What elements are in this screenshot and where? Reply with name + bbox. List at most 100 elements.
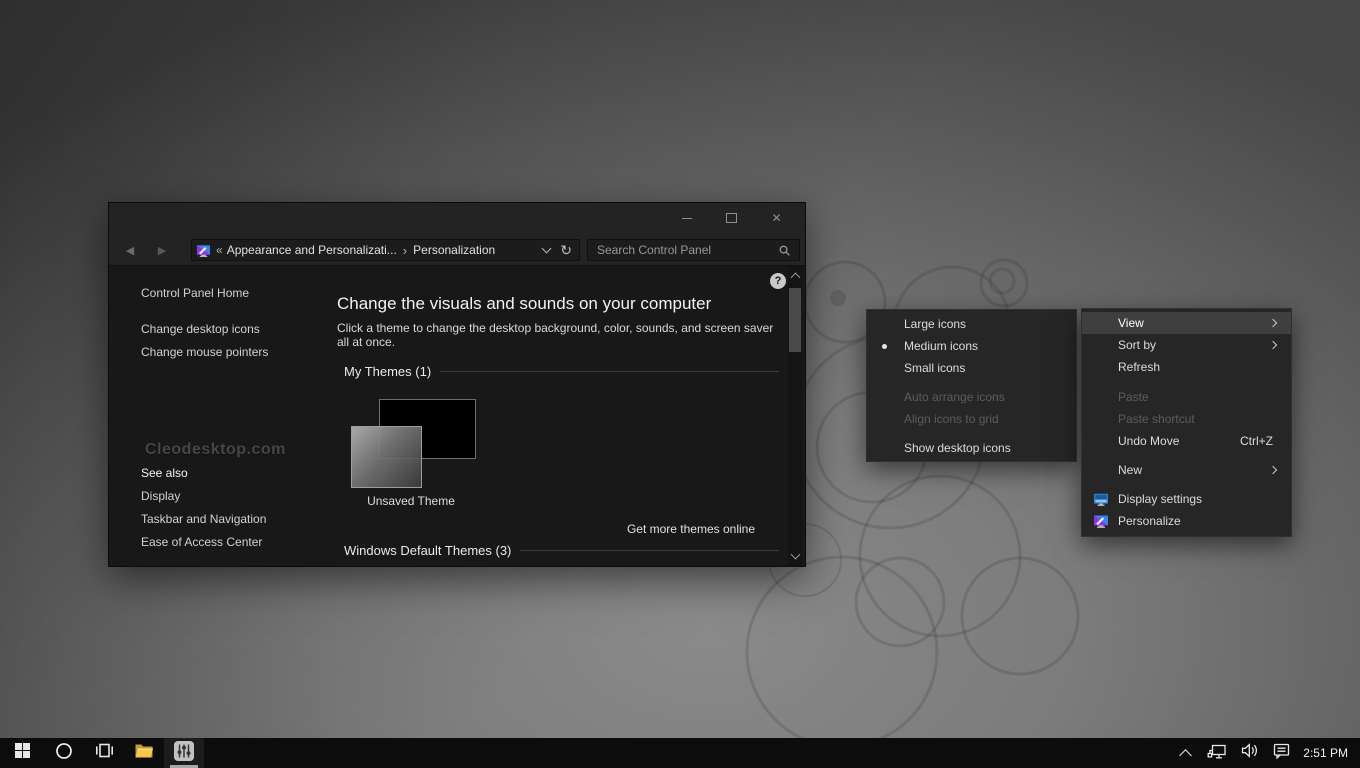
task-view-icon	[95, 742, 114, 764]
submenu-arrow-icon	[1269, 466, 1277, 474]
desktop-context-menu: View Sort by Refresh Paste Paste shortcu…	[1081, 308, 1292, 537]
section-divider	[440, 371, 779, 372]
menu-item-personalize[interactable]: Personalize	[1082, 510, 1291, 532]
action-center-button[interactable]	[1265, 738, 1297, 768]
theme-preview-color[interactable]	[351, 426, 422, 488]
menu-shortcut: Ctrl+Z	[1240, 430, 1273, 452]
search-box	[587, 239, 800, 261]
submenu-arrow-icon	[1269, 341, 1277, 349]
menu-item-label: Small icons	[867, 357, 965, 379]
menu-item-label: Undo Move	[1082, 430, 1179, 452]
sidebar-item-change-desktop-icons[interactable]: Change desktop icons	[141, 322, 260, 336]
scrollbar[interactable]	[788, 266, 802, 566]
search-icon	[778, 244, 791, 257]
menu-separator	[1082, 452, 1291, 459]
menu-item-label: Show desktop icons	[867, 437, 1011, 459]
theme-name: Unsaved Theme	[341, 494, 481, 508]
desktop[interactable]: ✕ ◀ ▶ « Appearance and Personali	[0, 0, 1360, 768]
menu-item-undo-move[interactable]: Undo Move Ctrl+Z	[1082, 430, 1291, 452]
breadcrumb-parent[interactable]: Appearance and Personalizati...	[227, 243, 397, 257]
start-button[interactable]	[0, 738, 44, 768]
menu-separator	[1082, 481, 1291, 488]
chevron-up-icon	[1179, 749, 1192, 762]
menu-item-show-desktop-icons[interactable]: Show desktop icons	[867, 437, 1076, 459]
menu-item-refresh[interactable]: Refresh	[1082, 356, 1291, 378]
breadcrumb-guillemet: «	[216, 243, 223, 257]
page-title: Change the visuals and sounds on your co…	[337, 294, 711, 314]
show-hidden-icons-button[interactable]	[1169, 738, 1201, 768]
forward-button[interactable]: ▶	[149, 235, 175, 265]
network-icon	[1207, 742, 1227, 765]
my-themes-section: My Themes (1)	[344, 363, 779, 379]
back-button[interactable]: ◀	[117, 235, 143, 265]
file-explorer-button[interactable]	[124, 738, 164, 768]
titlebar[interactable]: ✕	[109, 203, 805, 235]
menu-item-label: Paste	[1082, 386, 1149, 408]
menu-item-display-settings[interactable]: Display settings	[1082, 488, 1291, 510]
close-icon: ✕	[771, 212, 781, 224]
menu-item-view[interactable]: View	[1082, 312, 1291, 334]
minimize-button[interactable]	[664, 203, 709, 233]
menu-item-paste: Paste	[1082, 386, 1291, 408]
scroll-down-icon[interactable]	[791, 550, 801, 560]
selected-bullet-icon	[882, 344, 887, 349]
scroll-up-icon[interactable]	[791, 273, 801, 283]
scrollbar-thumb[interactable]	[789, 288, 801, 352]
sidebar-item-ease-of-access[interactable]: Ease of Access Center	[141, 535, 262, 549]
menu-item-label: Large icons	[867, 313, 966, 335]
sidebar-item-control-panel-home[interactable]: Control Panel Home	[141, 286, 249, 300]
view-submenu: Large icons Medium icons Small icons Aut…	[866, 309, 1077, 462]
task-view-button[interactable]	[84, 738, 124, 768]
personalize-icon	[1093, 513, 1109, 529]
personalization-icon	[196, 243, 211, 258]
breadcrumb-current[interactable]: Personalization	[413, 243, 495, 257]
address-dropdown-icon[interactable]	[542, 244, 552, 254]
menu-item-paste-shortcut: Paste shortcut	[1082, 408, 1291, 430]
sidebar-item-change-mouse-pointers[interactable]: Change mouse pointers	[141, 345, 268, 359]
watermark: Cleodesktop.com	[145, 441, 265, 459]
menu-item-large-icons[interactable]: Large icons	[867, 313, 1076, 335]
get-more-themes-link[interactable]: Get more themes online	[627, 522, 755, 536]
menu-item-auto-arrange: Auto arrange icons	[867, 386, 1076, 408]
breadcrumb[interactable]: « Appearance and Personalizati... › Pers…	[191, 239, 580, 261]
windows-logo-icon	[14, 742, 31, 764]
search-input[interactable]	[588, 243, 778, 257]
taskbar-clock[interactable]: 2:51 PM	[1297, 738, 1360, 768]
sidebar-item-display[interactable]: Display	[141, 489, 180, 503]
menu-item-new[interactable]: New	[1082, 459, 1291, 481]
menu-separator	[867, 379, 1076, 386]
volume-icon	[1240, 742, 1259, 764]
sidebar-see-also-header: See also	[141, 466, 188, 480]
menu-item-label: Auto arrange icons	[867, 386, 1005, 408]
help-button[interactable]: ?	[770, 273, 786, 289]
volume-button[interactable]	[1233, 738, 1265, 768]
display-settings-icon	[1093, 491, 1109, 507]
search-circle-icon	[55, 742, 73, 765]
taskbar-app-personalization[interactable]	[164, 738, 204, 768]
close-button[interactable]: ✕	[754, 203, 799, 233]
page-description: Click a theme to change the desktop back…	[337, 321, 777, 349]
section-divider	[520, 550, 779, 551]
menu-item-small-icons[interactable]: Small icons	[867, 357, 1076, 379]
menu-item-label: New	[1082, 459, 1142, 481]
window-content: Control Panel Home Change desktop icons …	[109, 266, 805, 566]
network-button[interactable]	[1201, 738, 1233, 768]
menu-item-label: View	[1082, 312, 1144, 334]
mixer-icon	[173, 740, 195, 767]
menu-item-sort-by[interactable]: Sort by	[1082, 334, 1291, 356]
sidebar-item-taskbar-navigation[interactable]: Taskbar and Navigation	[141, 512, 266, 526]
navigation-bar: ◀ ▶ « Appearance and Personalizati... › …	[109, 235, 805, 266]
refresh-icon[interactable]: ↻	[560, 242, 572, 259]
menu-item-label: Refresh	[1082, 356, 1160, 378]
breadcrumb-separator: ›	[403, 243, 407, 258]
my-themes-header: My Themes (1)	[344, 364, 431, 379]
menu-item-label: Paste shortcut	[1082, 408, 1195, 430]
file-explorer-icon	[134, 742, 154, 764]
maximize-button[interactable]	[709, 203, 754, 233]
menu-item-medium-icons[interactable]: Medium icons	[867, 335, 1076, 357]
submenu-arrow-icon	[1269, 319, 1277, 327]
control-panel-window: ✕ ◀ ▶ « Appearance and Personali	[108, 202, 806, 567]
action-center-icon	[1272, 742, 1291, 764]
menu-separator	[1082, 378, 1291, 386]
cortana-button[interactable]	[44, 738, 84, 768]
